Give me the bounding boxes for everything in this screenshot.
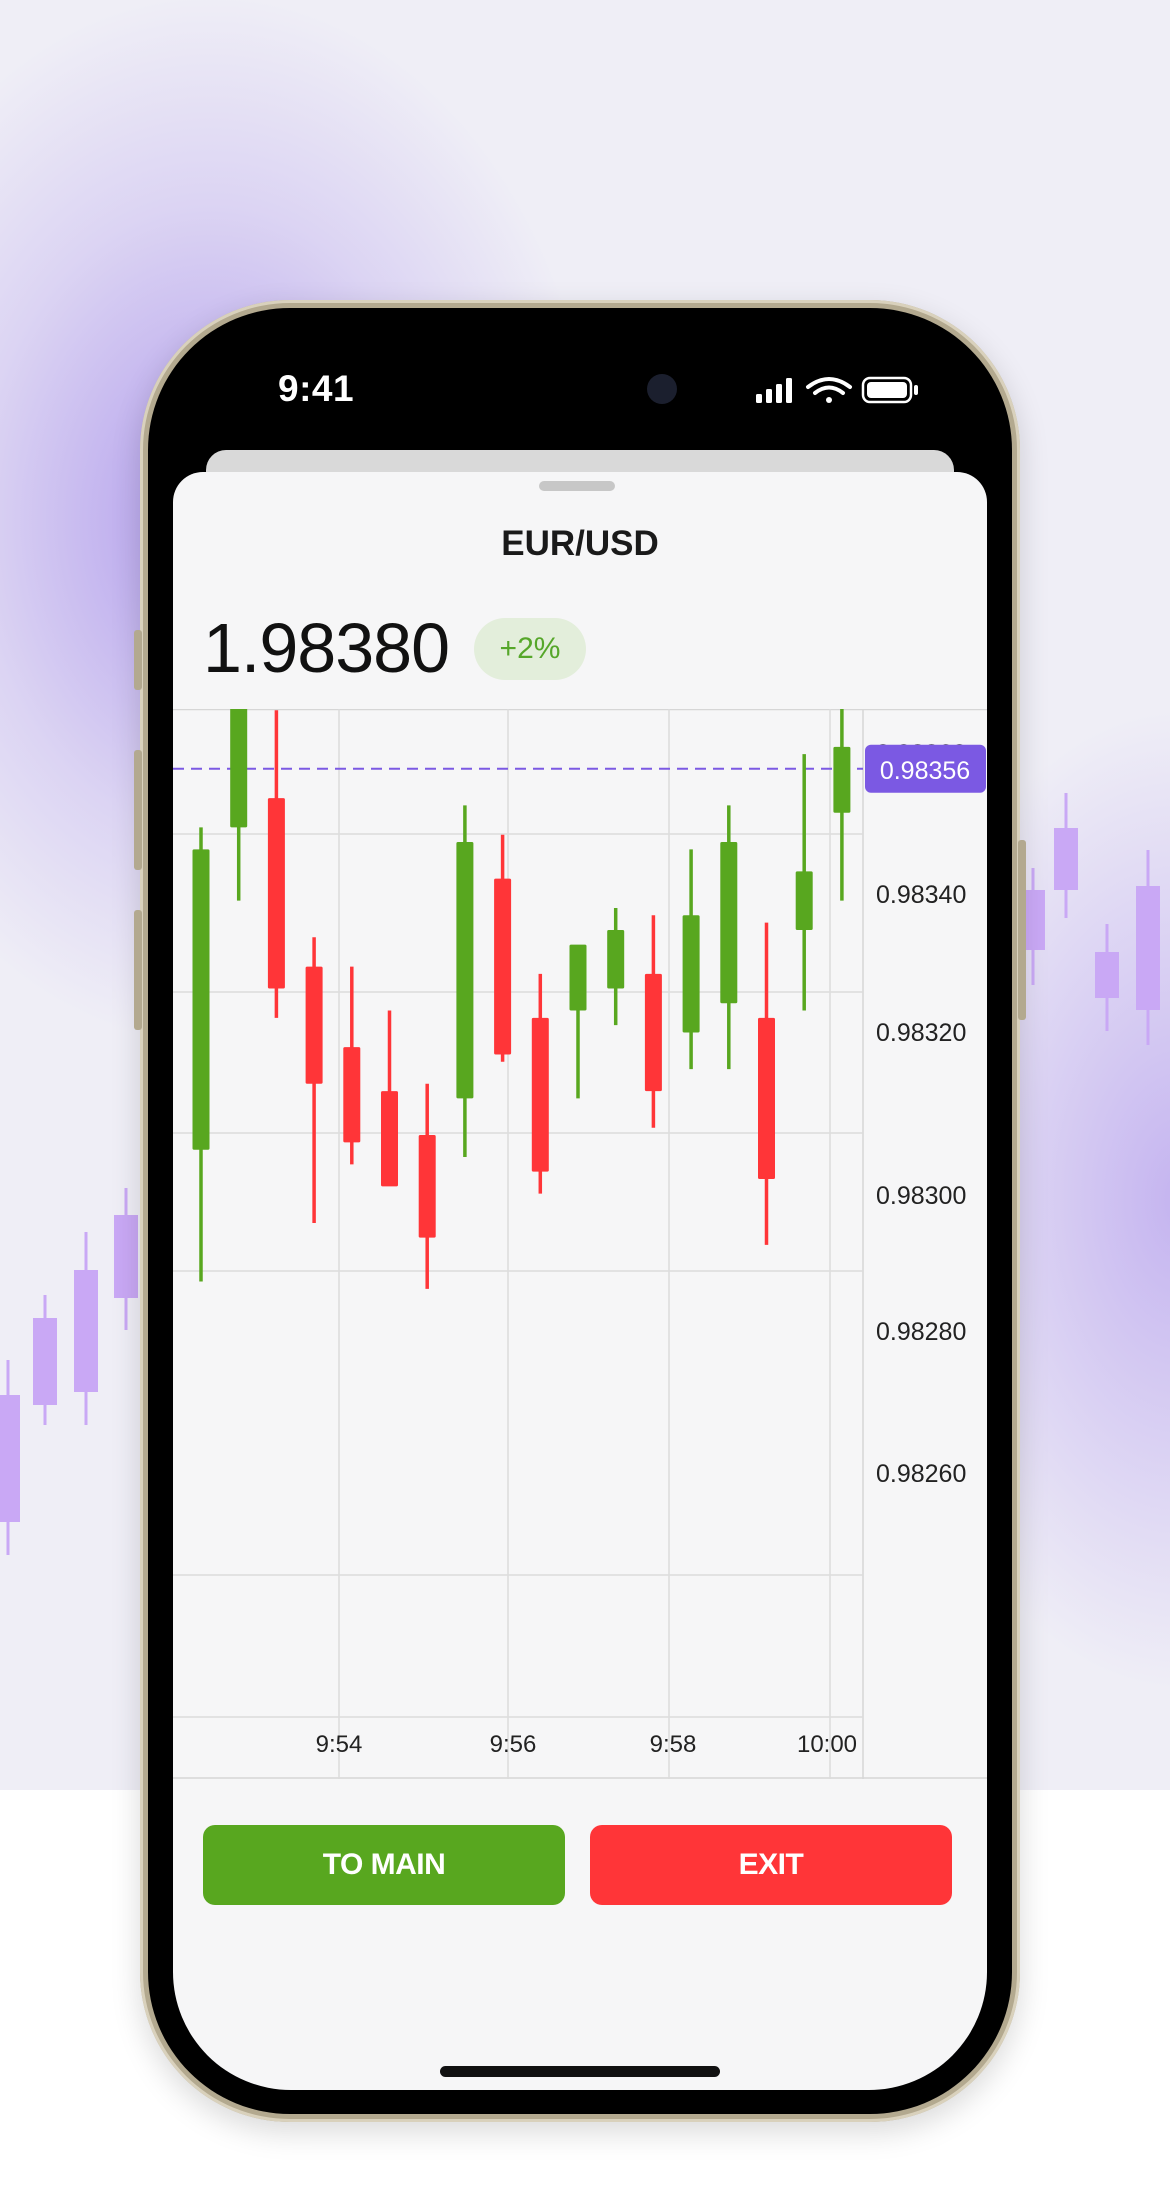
- candle-body-up: [795, 871, 813, 930]
- candle-body-down: [418, 1135, 436, 1238]
- background-candle-body: [0, 1395, 20, 1522]
- candle-body-up: [682, 915, 700, 1033]
- to-main-button[interactable]: TO MAIN: [203, 1825, 565, 1905]
- status-bar-time: 9:41: [278, 368, 355, 409]
- phone-side-button: [134, 630, 142, 690]
- candle-body-down: [494, 878, 512, 1055]
- x-axis-tick-label: 10:00: [797, 1731, 857, 1758]
- wifi-icon: [806, 377, 852, 403]
- background-candle-body: [1054, 828, 1078, 890]
- phone-side-button: [134, 910, 142, 1030]
- x-axis-tick-label: 9:58: [650, 1731, 697, 1758]
- cellular-signal-icon: [756, 378, 792, 403]
- candle-body-down: [305, 966, 323, 1084]
- y-axis-tick-label: 0.98300: [876, 1182, 966, 1210]
- price-change-badge: +2%: [474, 618, 586, 680]
- background-candle-body: [33, 1318, 57, 1405]
- candle-body-up: [607, 929, 625, 989]
- candle-body-up: [192, 849, 210, 1150]
- phone-side-button: [1018, 840, 1026, 1020]
- background-candle-body: [114, 1215, 138, 1298]
- y-axis-tick-label: 0.98340: [876, 881, 966, 909]
- candle-body-down: [531, 1017, 549, 1172]
- candle-body-down: [644, 973, 662, 1092]
- y-axis-tick-label: 0.98260: [876, 1460, 966, 1488]
- x-axis-tick-label: 9:54: [316, 1731, 363, 1758]
- phone-side-button: [134, 750, 142, 870]
- currency-pair-title: EUR/USD: [501, 524, 659, 563]
- battery-icon: [861, 376, 918, 404]
- candle-body-up: [833, 746, 851, 813]
- candle-body-down: [381, 1091, 398, 1187]
- candle-body-down: [758, 1017, 775, 1179]
- background-candle-body: [1136, 886, 1160, 1010]
- y-axis-tick-label: 0.98320: [876, 1019, 966, 1047]
- background-candle-body: [74, 1270, 98, 1392]
- candle-body-down: [267, 798, 285, 989]
- candle-body-up: [569, 944, 587, 1011]
- exit-button[interactable]: EXIT: [590, 1825, 952, 1905]
- home-indicator: [440, 2066, 720, 2077]
- bottom-sheet: EUR/USD 1.98380 +2% 0.983800.983600.9834…: [173, 472, 987, 2090]
- front-camera: [647, 374, 677, 404]
- background-candle-body: [1095, 952, 1119, 998]
- x-axis-tick-label: 9:56: [490, 1731, 537, 1758]
- current-price: 1.98380: [203, 609, 450, 687]
- candle-body-down: [343, 1047, 361, 1143]
- current-price-label: 0.98356: [880, 757, 970, 785]
- sheet-grabber-handle[interactable]: [539, 481, 615, 491]
- candle-body-up: [456, 842, 474, 1099]
- candle-body-up: [230, 709, 248, 828]
- candlestick-chart: 0.983800.983600.983400.983200.983000.982…: [173, 709, 987, 1779]
- action-buttons: TO MAIN EXIT: [203, 1825, 957, 1905]
- candle-body-up: [720, 842, 738, 1004]
- status-bar-icons: [756, 376, 918, 404]
- y-axis-tick-label: 0.98280: [876, 1318, 966, 1346]
